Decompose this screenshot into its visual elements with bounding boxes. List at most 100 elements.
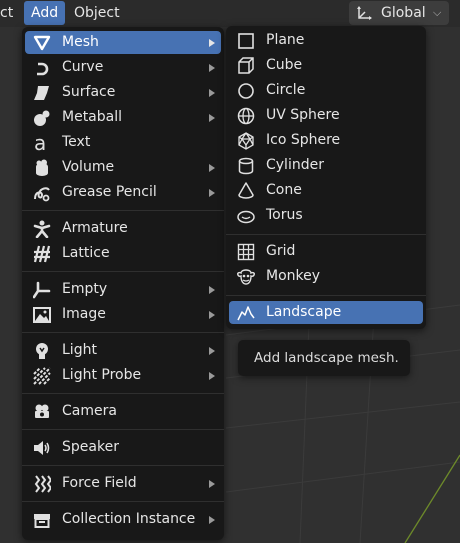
curve-icon xyxy=(33,59,51,77)
header-menu-object[interactable]: Object xyxy=(68,1,126,25)
mesh-item-cylinder[interactable]: Cylinder xyxy=(229,154,423,177)
mesh-item-landscape[interactable]: Landscape xyxy=(229,301,423,324)
add-menu-label: Grease Pencil xyxy=(62,184,157,200)
add-menu-item-grease-pencil[interactable]: Grease Pencil xyxy=(25,181,221,204)
cone-icon xyxy=(237,182,255,200)
mesh-item-ico-sphere[interactable]: Ico Sphere xyxy=(229,129,423,152)
mesh-item-cone[interactable]: Cone xyxy=(229,179,423,202)
add-menu-item-metaball[interactable]: Metaball xyxy=(25,106,221,129)
add-menu-item-force-field[interactable]: Force Field xyxy=(25,472,221,495)
global-orientation-icon xyxy=(355,5,373,21)
grease-pencil-icon xyxy=(33,184,51,202)
add-menu-item-camera[interactable]: Camera xyxy=(25,400,221,423)
armature-icon xyxy=(33,220,51,238)
mesh-item-label: UV Sphere xyxy=(266,107,340,123)
add-menu-item-image[interactable]: Image xyxy=(25,303,221,326)
add-menu-label: Text xyxy=(62,134,91,150)
uv-sphere-icon xyxy=(237,107,255,125)
add-menu-label: Mesh xyxy=(62,34,99,50)
add-menu-label: Volume xyxy=(62,159,115,175)
mesh-item-label: Monkey xyxy=(266,268,321,284)
light-probe-icon xyxy=(33,367,51,385)
submenu-arrow-icon xyxy=(209,311,215,319)
submenu-arrow-icon xyxy=(209,516,215,524)
add-menu-item-mesh[interactable]: Mesh xyxy=(25,31,221,54)
light-icon xyxy=(33,342,51,360)
add-menu-item-light-probe[interactable]: Light Probe xyxy=(25,364,221,387)
submenu-arrow-icon xyxy=(209,372,215,380)
add-menu-item-volume[interactable]: Volume xyxy=(25,156,221,179)
mesh-item-label: Cylinder xyxy=(266,157,324,173)
mesh-item-plane[interactable]: Plane xyxy=(229,29,423,52)
add-menu-label: Light Probe xyxy=(62,367,142,383)
submenu-arrow-icon xyxy=(209,39,215,47)
cylinder-icon xyxy=(237,157,255,175)
mesh-item-label: Ico Sphere xyxy=(266,132,341,148)
add-menu-item-surface[interactable]: Surface xyxy=(25,81,221,104)
speaker-icon xyxy=(33,439,51,457)
camera-icon xyxy=(33,403,51,421)
mesh-item-grid[interactable]: Grid xyxy=(229,240,423,263)
add-menu-label: Image xyxy=(62,306,106,322)
orientation-label: Global xyxy=(381,5,426,21)
menu-separator xyxy=(22,332,224,333)
mesh-item-label: Torus xyxy=(266,207,303,223)
add-menu-item-collection-instance[interactable]: Collection Instance xyxy=(25,508,221,531)
landscape-icon xyxy=(237,304,255,322)
menu-separator xyxy=(22,429,224,430)
submenu-arrow-icon xyxy=(209,64,215,72)
mesh-item-cube[interactable]: Cube xyxy=(229,54,423,77)
add-menu-label: Armature xyxy=(62,220,128,236)
add-menu-label: Collection Instance xyxy=(62,511,196,527)
grid-icon xyxy=(237,243,255,261)
add-menu-item-text[interactable]: a Text xyxy=(25,131,221,154)
menu-separator xyxy=(226,295,426,296)
chevron-down-icon: ⌵ xyxy=(433,6,442,19)
add-menu-item-curve[interactable]: Curve xyxy=(25,56,221,79)
menu-separator xyxy=(22,465,224,466)
mesh-item-label: Circle xyxy=(266,82,306,98)
tooltip-text: Add landscape mesh. xyxy=(254,350,399,366)
menu-separator xyxy=(22,210,224,211)
tooltip: Add landscape mesh. xyxy=(238,340,410,376)
add-menu-label: Speaker xyxy=(62,439,119,455)
add-menu-item-light[interactable]: Light xyxy=(25,339,221,362)
ico-sphere-icon xyxy=(237,132,255,150)
text-icon: a xyxy=(33,134,51,152)
mesh-item-label: Plane xyxy=(266,32,305,48)
add-menu-item-lattice[interactable]: Lattice xyxy=(25,242,221,265)
add-menu-label: Surface xyxy=(62,84,116,100)
surface-icon xyxy=(33,84,51,102)
svg-text:a: a xyxy=(34,134,46,152)
mesh-item-monkey[interactable]: Monkey xyxy=(229,265,423,288)
menu-separator xyxy=(226,234,426,235)
add-menu-item-speaker[interactable]: Speaker xyxy=(25,436,221,459)
mesh-item-circle[interactable]: Circle xyxy=(229,79,423,102)
viewport-header: ct Add Object Global ⌵ xyxy=(0,0,460,27)
mesh-item-torus[interactable]: Torus xyxy=(229,204,423,227)
add-menu-label: Camera xyxy=(62,403,117,419)
header-menu-add[interactable]: Add xyxy=(24,1,66,25)
add-menu-label: Curve xyxy=(62,59,104,75)
monkey-icon xyxy=(237,268,255,286)
submenu-arrow-icon xyxy=(209,114,215,122)
submenu-arrow-icon xyxy=(209,189,215,197)
submenu-arrow-icon xyxy=(209,347,215,355)
mesh-item-uv-sphere[interactable]: UV Sphere xyxy=(229,104,423,127)
mesh-item-label: Grid xyxy=(266,243,296,259)
add-menu: Mesh Curve Surface Metaball a Text Volum… xyxy=(22,27,224,540)
mesh-item-label: Cube xyxy=(266,57,303,73)
empty-icon xyxy=(33,281,51,299)
image-icon xyxy=(33,306,51,324)
add-menu-item-armature[interactable]: Armature xyxy=(25,217,221,240)
cube-icon xyxy=(237,57,255,75)
mesh-item-label: Cone xyxy=(266,182,302,198)
add-menu-label: Lattice xyxy=(62,245,110,261)
torus-icon xyxy=(237,207,255,225)
force-field-icon xyxy=(33,475,51,493)
transform-orientation-dropdown[interactable]: Global ⌵ xyxy=(349,1,449,25)
add-menu-item-empty[interactable]: Empty xyxy=(25,278,221,301)
mesh-submenu: Plane Cube Circle UV Sphere Ico Sphere C… xyxy=(226,26,426,329)
menu-separator xyxy=(22,501,224,502)
header-menu-view[interactable]: ct xyxy=(0,1,19,25)
